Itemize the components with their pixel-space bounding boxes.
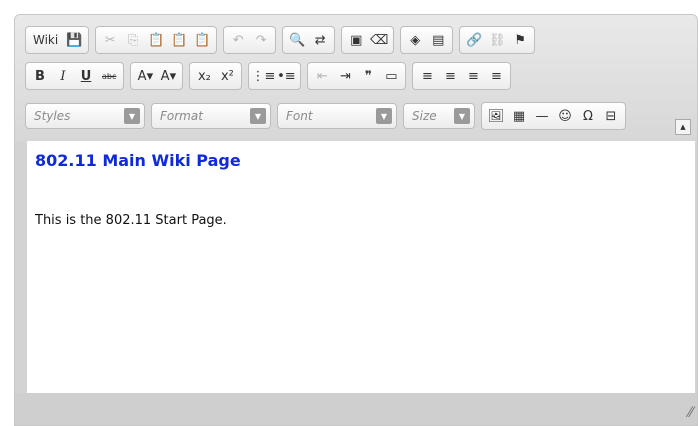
combo-label: Styles [34,109,71,123]
redo-button[interactable]: ↷ [250,29,272,51]
remove-format-button[interactable]: ⌫ [368,29,390,51]
toolbar-group: 🔍 ⇄ [282,26,336,54]
unlink-button[interactable]: ⛓ [486,29,508,51]
table-button[interactable]: ▦ [508,105,530,127]
size-combo[interactable]: Size ▼ [403,103,475,129]
bg-color-button[interactable]: A▾ [157,65,179,87]
indent-button[interactable]: ⇥ [334,65,356,87]
paste-word-button[interactable]: 📋 [191,29,213,51]
underline-button[interactable]: U [75,65,97,87]
chevron-down-icon[interactable]: ▼ [124,108,140,124]
editor-toolbar: Wiki 💾 ✂ ⎘ 📋 📋 📋 ↶ ↷ 🔍 ⇄ ▣ ⌫ ◈ ▤ 🔗 ⛓ ⚑ B I Uabc A▾ A▾ x₂ x² ⋮≡ •≡… [15,15,697,141]
toolbar-group: ◈ ▤ [400,26,454,54]
font-combo[interactable]: Font ▼ [277,103,397,129]
cut-button[interactable]: ✂ [99,29,121,51]
bold-button[interactable]: B [29,65,51,87]
align-center-button[interactable]: ≡ [439,65,461,87]
align-left-button[interactable]: ≡ [416,65,438,87]
replace-button[interactable]: ⇄ [309,29,331,51]
blockquote-button[interactable]: ❞ [357,65,379,87]
special-char-button[interactable]: Ω [577,105,599,127]
maximize-button[interactable]: ◈ [404,29,426,51]
combo-label: Font [286,109,313,123]
toolbar-group: Wiki 💾 [25,26,90,54]
smiley-button[interactable]: ☺ [554,105,576,127]
toolbar-group: x₂ x² [189,62,243,90]
align-right-button[interactable]: ≡ [462,65,484,87]
editor-content-area[interactable]: 802.11 Main Wiki Page This is the 802.11… [27,141,695,393]
toolbar-group: 🖼 ▦ — ☺ Ω ⊟ [481,102,626,130]
rich-text-editor: Wiki 💾 ✂ ⎘ 📋 📋 📋 ↶ ↷ 🔍 ⇄ ▣ ⌫ ◈ ▤ 🔗 ⛓ ⚑ B I Uabc A▾ A▾ x₂ x² ⋮≡ •≡… [14,14,698,426]
page-break-button[interactable]: ⊟ [600,105,622,127]
div-button[interactable]: ▭ [380,65,402,87]
toolbar-row-1: Wiki 💾 ✂ ⎘ 📋 📋 📋 ↶ ↷ 🔍 ⇄ ▣ ⌫ ◈ ▤ 🔗 ⛓ ⚑ [25,26,536,54]
wiki-button[interactable]: Wiki [29,29,62,51]
combo-label: Size [412,109,437,123]
chevron-down-icon[interactable]: ▼ [376,108,392,124]
collapse-toolbar-button[interactable]: ▲ [675,119,691,135]
horizontal-rule-button[interactable]: — [531,105,553,127]
combo-label: Format [160,109,203,123]
select-all-button[interactable]: ▣ [345,29,367,51]
find-button[interactable]: 🔍 [286,29,308,51]
strike-button[interactable]: abc [98,65,120,87]
image-button[interactable]: 🖼 [485,105,507,127]
link-button[interactable]: 🔗 [463,29,485,51]
superscript-button[interactable]: x² [216,65,238,87]
italic-button[interactable]: I [52,65,74,87]
format-combo[interactable]: Format ▼ [151,103,271,129]
chevron-down-icon[interactable]: ▼ [250,108,266,124]
outdent-button[interactable]: ⇤ [311,65,333,87]
styles-combo[interactable]: Styles ▼ [25,103,145,129]
paste-button[interactable]: 📋 [145,29,167,51]
subscript-button[interactable]: x₂ [193,65,215,87]
toolbar-group: 🔗 ⛓ ⚑ [459,26,536,54]
page-heading: 802.11 Main Wiki Page [35,151,241,170]
chevron-down-icon[interactable]: ▼ [454,108,470,124]
toolbar-group: ⋮≡ •≡ [248,62,302,90]
toolbar-group: ✂ ⎘ 📋 📋 📋 [95,26,218,54]
toolbar-row-3: Styles ▼ Format ▼ Font ▼ Size ▼ 🖼 ▦ — ☺ Ω ⊟ [25,102,626,130]
anchor-button[interactable]: ⚑ [509,29,531,51]
bulleted-list-button[interactable]: •≡ [275,65,297,87]
copy-button[interactable]: ⎘ [122,29,144,51]
paste-text-button[interactable]: 📋 [168,29,190,51]
align-justify-button[interactable]: ≡ [485,65,507,87]
toolbar-group: ⇤ ⇥ ❞ ▭ [307,62,407,90]
page-paragraph: This is the 802.11 Start Page. [35,213,227,228]
resize-handle-icon[interactable]: ⁄⁄ [688,405,693,421]
toolbar-group: ▣ ⌫ [341,26,395,54]
toolbar-group: B I Uabc [25,62,125,90]
text-color-button[interactable]: A▾ [134,65,156,87]
numbered-list-button[interactable]: ⋮≡ [251,65,275,87]
editor-statusbar: ⁄⁄ [15,393,697,425]
toolbar-group: ≡ ≡ ≡ ≡ [412,62,512,90]
save-button[interactable]: 💾 [63,29,85,51]
undo-button[interactable]: ↶ [227,29,249,51]
toolbar-group: ↶ ↷ [223,26,277,54]
show-blocks-button[interactable]: ▤ [427,29,449,51]
toolbar-row-2: B I Uabc A▾ A▾ x₂ x² ⋮≡ •≡ ⇤ ⇥ ❞ ▭ ≡ ≡ ≡ ≡ [25,62,512,90]
toolbar-group: A▾ A▾ [130,62,184,90]
